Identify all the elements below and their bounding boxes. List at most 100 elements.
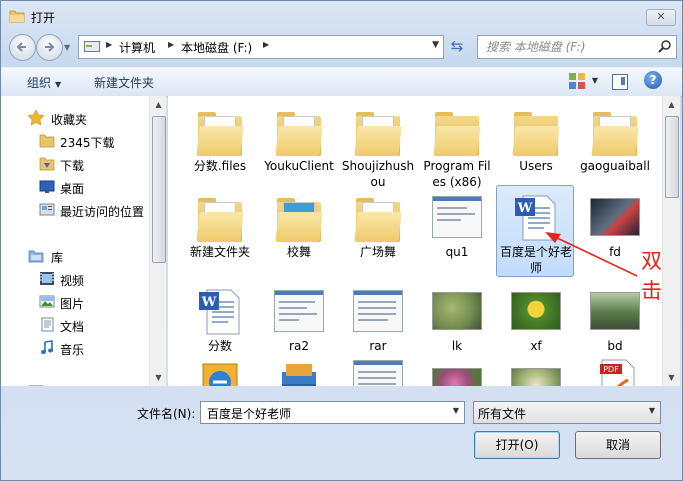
- sidebar-item-label: 收藏夹: [51, 113, 88, 127]
- chevron-down-icon[interactable]: ▼: [453, 406, 459, 415]
- sidebar-item-recent-places[interactable]: 最近访问的位置: [1, 200, 166, 220]
- file-item[interactable]: [183, 352, 257, 386]
- file-item[interactable]: Users: [499, 102, 573, 174]
- sidebar-item-label: 下载: [60, 159, 85, 173]
- folder-icon: [433, 112, 481, 156]
- address-dropdown-icon[interactable]: ▼: [432, 40, 439, 50]
- file-item[interactable]: ra2: [262, 282, 336, 354]
- sidebar-item-downloads[interactable]: 下载: [1, 154, 151, 174]
- file-item[interactable]: gaoguaiball: [578, 102, 652, 174]
- file-item[interactable]: lk: [420, 282, 494, 354]
- recent-locations-dropdown[interactable]: ▼: [64, 43, 72, 52]
- annotation-line: 双: [641, 249, 662, 273]
- breadcrumb-computer[interactable]: 计算机: [119, 39, 155, 56]
- file-item[interactable]: Shoujizhushou: [341, 102, 415, 190]
- sidebar-item-videos[interactable]: 视频: [1, 269, 151, 289]
- close-button[interactable]: ✕: [646, 9, 676, 26]
- sidebar-item-favorites[interactable]: 收藏夹: [1, 108, 151, 128]
- video-library-icon: [40, 272, 54, 285]
- sidebar-item-label: 音乐: [60, 343, 85, 357]
- image-thumbnail-icon: [432, 196, 482, 238]
- breadcrumb-local-disk-f[interactable]: 本地磁盘 (F:): [181, 39, 252, 56]
- filename-combobox[interactable]: ▼: [200, 401, 465, 424]
- sidebar-item-computer[interactable]: [1, 382, 151, 386]
- scrollbar-thumb[interactable]: [665, 116, 679, 198]
- file-item[interactable]: PDF: [578, 352, 652, 386]
- title-bar: 打开 ✕: [1, 1, 682, 31]
- chevron-down-icon: ▼: [55, 80, 62, 89]
- file-item[interactable]: [499, 352, 573, 386]
- photo-thumbnail-icon: [511, 292, 561, 330]
- search-input[interactable]: [484, 39, 658, 55]
- file-item[interactable]: 新建文件夹: [183, 188, 257, 260]
- organize-button[interactable]: 组织 ▼: [27, 74, 61, 91]
- computer-icon: [84, 41, 100, 52]
- chevron-right-icon[interactable]: ▶: [106, 40, 112, 49]
- navigation-scrollbar[interactable]: ▲ ▼: [149, 96, 166, 386]
- help-icon[interactable]: ?: [644, 71, 662, 89]
- folder-icon: [275, 198, 323, 242]
- file-list-scrollbar[interactable]: ▲ ▼: [662, 96, 680, 386]
- new-folder-button[interactable]: 新建文件夹: [94, 74, 154, 91]
- svg-text:W: W: [517, 201, 533, 216]
- scroll-down-arrow-icon[interactable]: ▼: [150, 369, 166, 386]
- file-item[interactable]: 广场舞: [341, 188, 415, 260]
- filetype-select[interactable]: 所有文件 ▼: [473, 401, 661, 424]
- photo-thumbnail-icon: [432, 368, 482, 386]
- file-name: 广场舞: [359, 245, 396, 259]
- chevron-down-icon[interactable]: ▼: [649, 406, 655, 415]
- search-box[interactable]: [477, 35, 677, 59]
- sidebar-item-music[interactable]: 音乐: [1, 338, 151, 358]
- file-item[interactable]: 分数.files: [183, 102, 257, 174]
- scroll-up-arrow-icon[interactable]: ▲: [150, 96, 166, 113]
- file-item[interactable]: xf: [499, 282, 573, 354]
- file-item[interactable]: rar: [341, 282, 415, 354]
- open-button[interactable]: 打开(O): [474, 431, 560, 459]
- dialog-footer: 文件名(N): ▼ 所有文件 ▼ 打开(O) 取消: [1, 387, 682, 480]
- folder-open-icon: [9, 10, 25, 23]
- sidebar-item-label: 图片: [60, 297, 85, 311]
- folder-icon: [354, 198, 402, 242]
- photo-thumbnail-icon: [590, 292, 640, 330]
- file-item[interactable]: [341, 352, 415, 386]
- chevron-right-icon[interactable]: ▶: [168, 40, 174, 49]
- sidebar-item-libraries[interactable]: 库: [1, 246, 151, 266]
- file-item[interactable]: [262, 352, 336, 386]
- scroll-up-arrow-icon[interactable]: ▲: [663, 96, 680, 113]
- file-item[interactable]: W 分数: [183, 282, 257, 354]
- view-icon[interactable]: [568, 72, 586, 90]
- filetype-value: 所有文件: [478, 407, 527, 421]
- documents-library-icon: [41, 317, 54, 332]
- sidebar-item-pictures[interactable]: 图片: [1, 292, 151, 312]
- library-icon: [28, 250, 44, 263]
- file-item[interactable]: Program Files (x86): [420, 102, 494, 190]
- file-item[interactable]: 校舞: [262, 188, 336, 260]
- sidebar-item-2345-downloads[interactable]: 2345下载: [1, 131, 151, 151]
- scrollbar-thumb[interactable]: [152, 116, 166, 263]
- svg-text:W: W: [201, 295, 217, 310]
- spreadsheet-icon: [353, 360, 403, 386]
- file-item[interactable]: [420, 352, 494, 386]
- sidebar-item-desktop[interactable]: 桌面: [1, 177, 151, 197]
- forward-button[interactable]: [36, 34, 63, 61]
- view-dropdown-icon[interactable]: ▼: [592, 76, 598, 85]
- file-name: 分数.files: [193, 159, 247, 173]
- filename-input[interactable]: [205, 405, 439, 421]
- cancel-button[interactable]: 取消: [575, 431, 661, 459]
- file-item[interactable]: qu1: [420, 188, 494, 260]
- chevron-right-icon[interactable]: ▶: [263, 40, 269, 49]
- file-name: YoukuClient: [264, 159, 334, 173]
- sidebar-item-label: 最近访问的位置: [60, 205, 145, 219]
- address-bar[interactable]: ▶ 计算机 ▶ 本地磁盘 (F:) ▶ ▼: [78, 35, 444, 59]
- preview-pane-button[interactable]: [612, 74, 628, 90]
- back-button[interactable]: [9, 34, 36, 61]
- scroll-down-arrow-icon[interactable]: ▼: [663, 369, 680, 386]
- sidebar-item-documents[interactable]: 文档: [1, 315, 151, 335]
- search-icon[interactable]: [658, 39, 672, 53]
- file-item[interactable]: YoukuClient: [262, 102, 336, 174]
- arrow-right-icon: [45, 42, 55, 52]
- refresh-button[interactable]: ⇆: [446, 35, 468, 57]
- sidebar-item-label: 库: [51, 251, 64, 265]
- annotation-line: 击: [641, 279, 662, 303]
- word-document-icon: W: [199, 289, 240, 335]
